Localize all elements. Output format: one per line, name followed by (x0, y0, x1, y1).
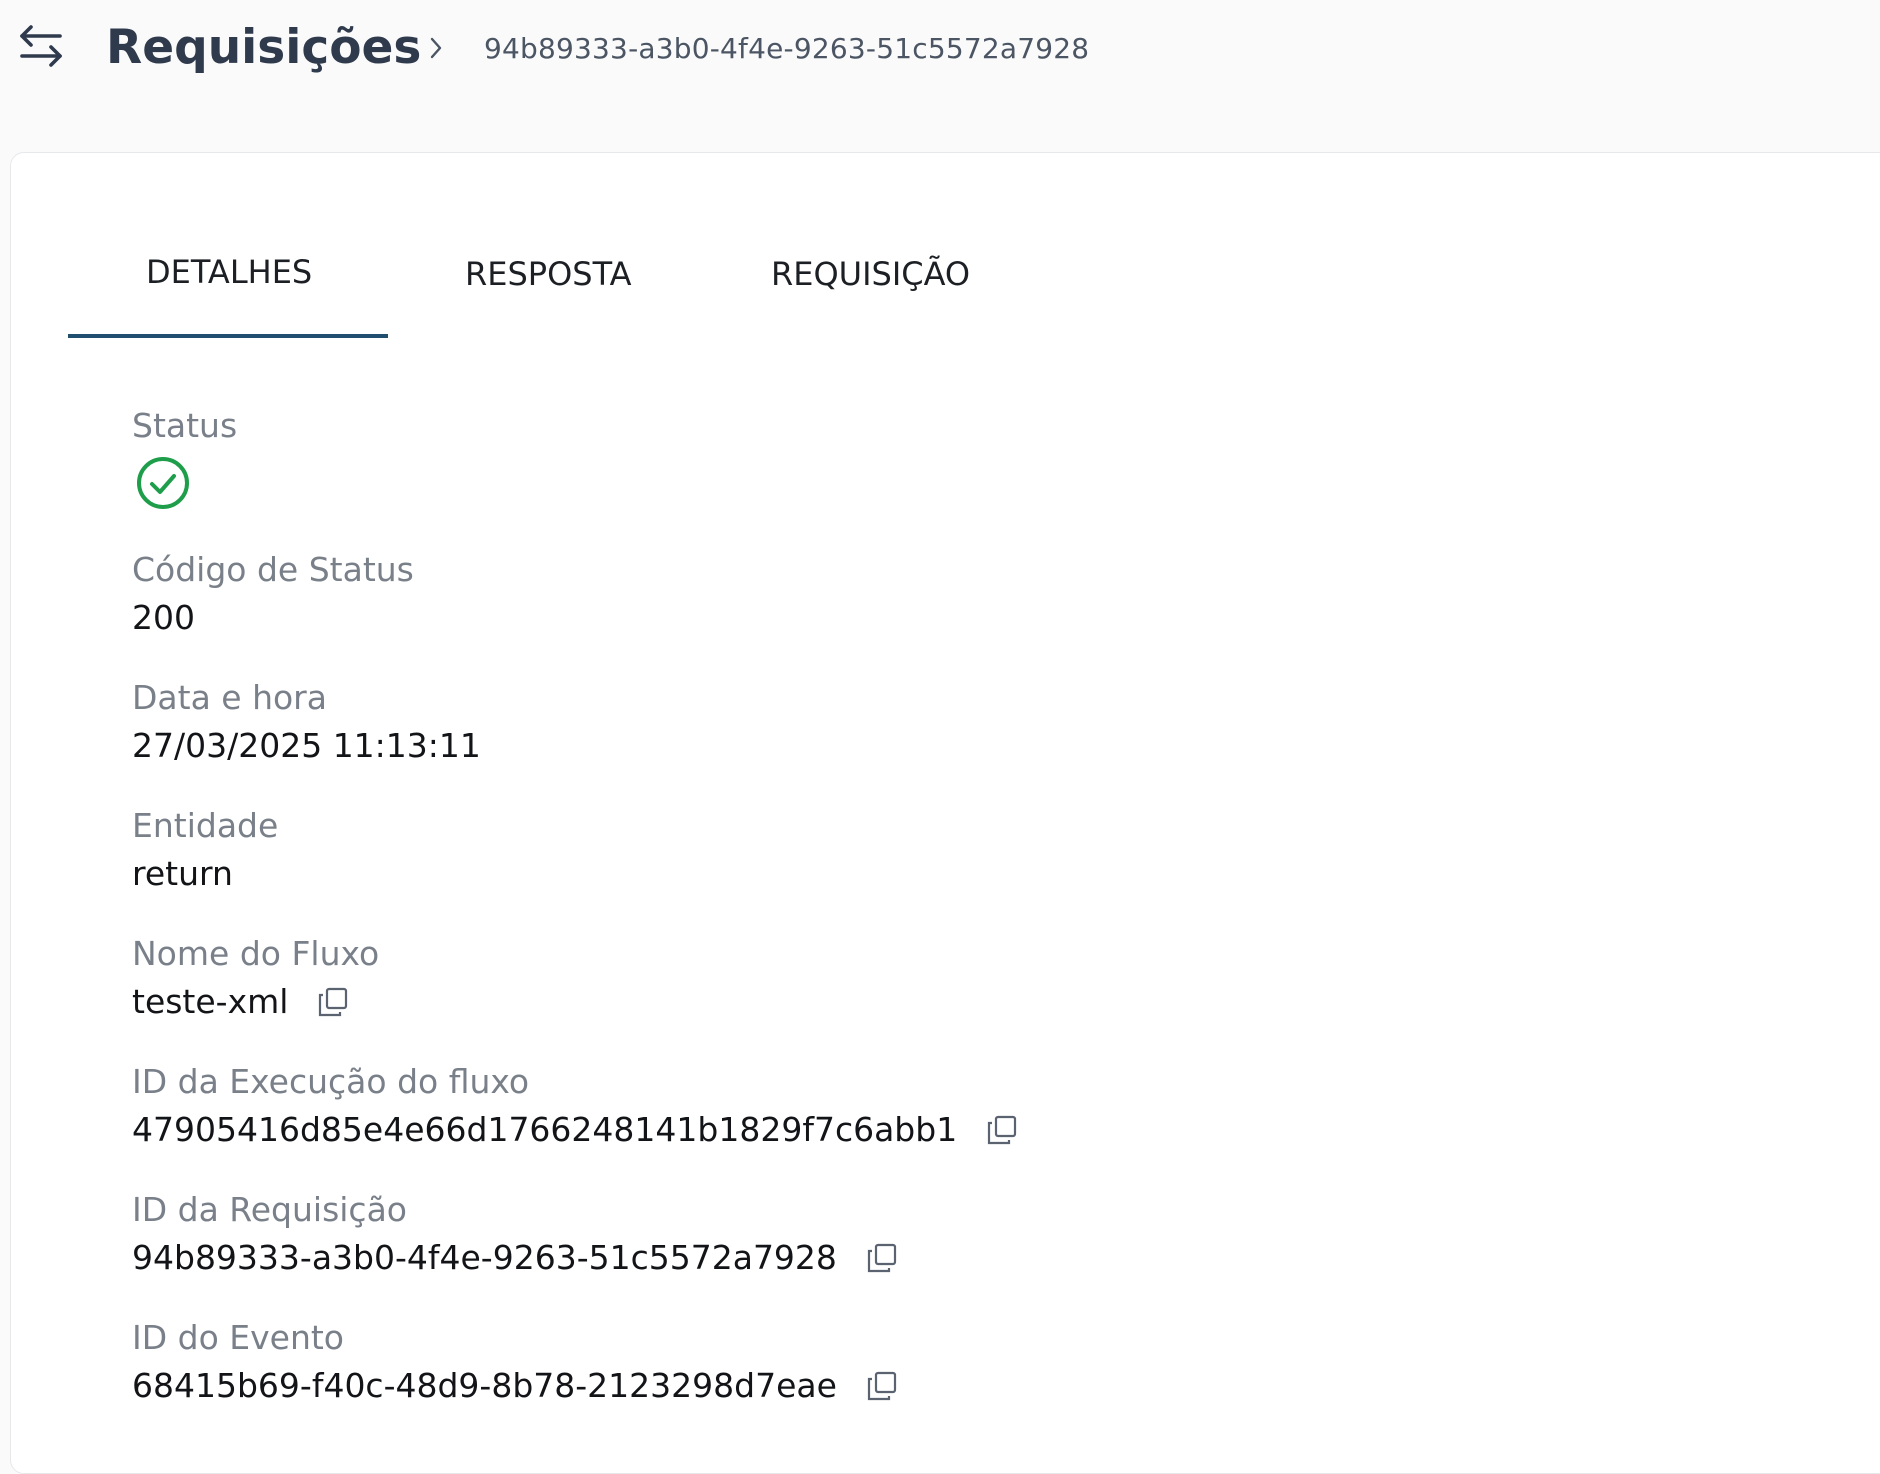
status-code-text: 200 (132, 598, 195, 637)
flow-name-value: teste-xml (132, 978, 379, 1026)
event-id-value: 68415b69-f40c-48d9-8b78-2123298d7eae (132, 1362, 899, 1410)
entity-value: return (132, 850, 278, 898)
status-code-value: 200 (132, 594, 414, 642)
tab-detalhes[interactable]: DETALHES (146, 236, 312, 308)
request-id-label: ID da Requisição (132, 1190, 407, 1229)
copy-icon[interactable] (865, 1241, 899, 1275)
tab-resposta[interactable]: RESPOSTA (465, 238, 632, 310)
flow-name-field: Nome do Fluxo teste-xml (132, 930, 379, 1026)
flow-name-label: Nome do Fluxo (132, 934, 380, 973)
status-label: Status (132, 406, 238, 445)
tab-requisicao[interactable]: REQUISIÇÃO (771, 238, 970, 310)
entity-field: Entidade return (132, 802, 278, 898)
chevron-right-icon (430, 37, 442, 59)
event-id-field: ID do Evento 68415b69-f40c-48d9-8b78-212… (132, 1314, 899, 1410)
flow-execution-id-text: 47905416d85e4e66d1766248141b1829f7c6abb1 (132, 1110, 958, 1149)
status-code-label: Código de Status (132, 550, 414, 589)
request-id-value: 94b89333-a3b0-4f4e-9263-51c5572a7928 (132, 1234, 899, 1282)
flow-execution-id-value: 47905416d85e4e66d1766248141b1829f7c6abb1 (132, 1106, 1019, 1154)
active-tab-indicator (68, 334, 388, 338)
event-id-label: ID do Evento (132, 1318, 344, 1357)
copy-icon[interactable] (985, 1113, 1019, 1147)
flow-execution-id-label: ID da Execução do fluxo (132, 1062, 530, 1101)
flow-execution-id-field: ID da Execução do fluxo 47905416d85e4e66… (132, 1058, 1019, 1154)
entity-text: return (132, 854, 233, 893)
datetime-field: Data e hora 27/03/2025 11:13:11 (132, 674, 481, 770)
entity-label: Entidade (132, 806, 279, 845)
flow-name-text: teste-xml (132, 982, 289, 1021)
status-field: Status (132, 402, 237, 514)
datetime-value: 27/03/2025 11:13:11 (132, 722, 481, 770)
swap-arrows-icon[interactable] (16, 21, 66, 71)
page-header: Requisições 94b89333-a3b0-4f4e-9263-51c5… (0, 0, 1880, 100)
datetime-label: Data e hora (132, 678, 327, 717)
check-circle-icon (137, 457, 189, 509)
copy-icon[interactable] (865, 1369, 899, 1403)
status-code-field: Código de Status 200 (132, 546, 414, 642)
event-id-text: 68415b69-f40c-48d9-8b78-2123298d7eae (132, 1366, 837, 1405)
copy-icon[interactable] (316, 985, 350, 1019)
request-id-text: 94b89333-a3b0-4f4e-9263-51c5572a7928 (132, 1238, 837, 1277)
page-title: Requisições (106, 20, 422, 75)
breadcrumb-request-id[interactable]: 94b89333-a3b0-4f4e-9263-51c5572a7928 (484, 31, 1089, 67)
request-id-field: ID da Requisição 94b89333-a3b0-4f4e-9263… (132, 1186, 899, 1282)
datetime-text: 27/03/2025 11:13:11 (132, 726, 481, 765)
